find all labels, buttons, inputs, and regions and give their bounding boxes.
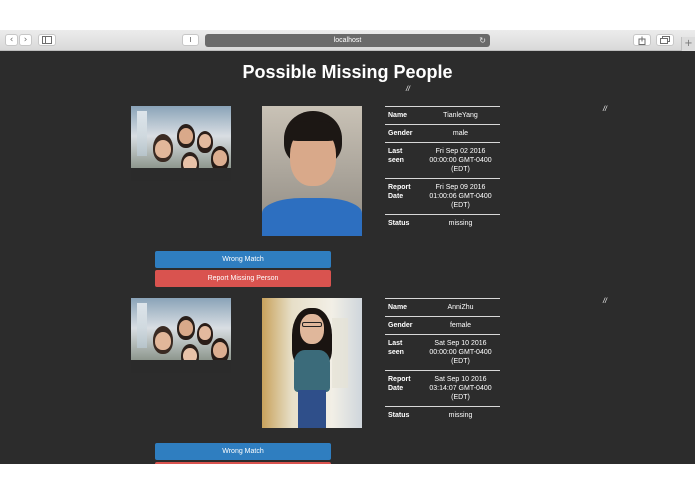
name-label: Name bbox=[385, 106, 421, 125]
reload-icon[interactable]: ↻ bbox=[479, 34, 486, 47]
report-missing-person-button[interactable]: Report Missing Person bbox=[155, 270, 331, 287]
info-row-status: Status missing bbox=[385, 406, 500, 424]
last-seen-label: Last seen bbox=[385, 334, 421, 371]
gender-label: Gender bbox=[385, 124, 421, 143]
report-date-value: Sat Sep 10 2016 03:14:07 GMT-0400 (EDT) bbox=[421, 370, 500, 407]
info-row-report-date: Report Date Fri Sep 09 2016 01:00:06 GMT-… bbox=[385, 178, 500, 215]
last-seen-value: Sat Sep 10 2016 00:00:00 GMT-0400 (EDT) bbox=[421, 334, 500, 371]
group-photo bbox=[131, 298, 231, 373]
sidebar-icon bbox=[42, 36, 52, 44]
missing-person-photo bbox=[262, 298, 362, 428]
info-row-name: Name TianleYang bbox=[385, 106, 500, 125]
info-icon: ı bbox=[189, 35, 192, 45]
last-seen-value: Fri Sep 02 2016 00:00:00 GMT-0400 (EDT) bbox=[421, 142, 500, 179]
gender-label: Gender bbox=[385, 316, 421, 335]
status-value: missing bbox=[421, 214, 500, 232]
address-bar[interactable]: localhost ↻ bbox=[205, 34, 490, 47]
info-row-last-seen: Last seen Fri Sep 02 2016 00:00:00 GMT-04… bbox=[385, 142, 500, 179]
report-date-label: Report Date bbox=[385, 370, 421, 407]
report-date-label: Report Date bbox=[385, 178, 421, 215]
address-text: localhost bbox=[333, 37, 362, 44]
last-seen-label: Last seen bbox=[385, 142, 421, 179]
info-button[interactable]: ı bbox=[182, 34, 199, 46]
window-bottom-area bbox=[0, 464, 695, 494]
stray-slashes: // bbox=[603, 298, 607, 305]
page-title: Possible Missing People bbox=[242, 62, 453, 82]
wrong-match-button[interactable]: Wrong Match bbox=[155, 443, 331, 460]
plus-icon: + bbox=[684, 38, 693, 49]
gender-value: male bbox=[421, 124, 500, 143]
info-row-status: Status missing bbox=[385, 214, 500, 232]
missing-person-photo bbox=[262, 106, 362, 236]
back-button[interactable]: ‹ bbox=[5, 34, 18, 46]
share-icon bbox=[638, 36, 646, 45]
window-top-area bbox=[0, 0, 695, 30]
person-info-table: Name TianleYang Gender male Last seen Fri S… bbox=[385, 106, 500, 232]
new-tab-button[interactable]: + bbox=[681, 37, 695, 51]
group-photo bbox=[131, 106, 231, 181]
forward-button[interactable]: › bbox=[19, 34, 32, 46]
wrong-match-button[interactable]: Wrong Match bbox=[155, 251, 331, 268]
info-row-name: Name AnniZhu bbox=[385, 298, 500, 317]
gender-value: female bbox=[421, 316, 500, 335]
status-label: Status bbox=[385, 214, 421, 232]
tabs-icon bbox=[660, 36, 670, 44]
chevron-left-icon: ‹ bbox=[9, 35, 14, 45]
name-value: TianleYang bbox=[421, 106, 500, 125]
stray-slashes: // bbox=[603, 106, 607, 113]
status-label: Status bbox=[385, 406, 421, 424]
info-row-gender: Gender male bbox=[385, 124, 500, 143]
person-info-table: Name AnniZhu Gender female Last seen Sat Se… bbox=[385, 298, 500, 424]
chevron-right-icon: › bbox=[23, 35, 28, 45]
name-value: AnniZhu bbox=[421, 298, 500, 317]
share-button[interactable] bbox=[633, 34, 651, 46]
tabs-button[interactable] bbox=[656, 34, 674, 46]
info-row-report-date: Report Date Sat Sep 10 2016 03:14:07 GMT-… bbox=[385, 370, 500, 407]
sidebar-button[interactable] bbox=[38, 34, 56, 46]
name-label: Name bbox=[385, 298, 421, 317]
report-date-value: Fri Sep 09 2016 01:00:06 GMT-0400 (EDT) bbox=[421, 178, 500, 215]
stray-slashes: // bbox=[406, 86, 410, 93]
status-value: missing bbox=[421, 406, 500, 424]
info-row-gender: Gender female bbox=[385, 316, 500, 335]
page-content: Possible Missing People // Name TianleYan… bbox=[0, 51, 695, 464]
info-row-last-seen: Last seen Sat Sep 10 2016 00:00:00 GMT-04… bbox=[385, 334, 500, 371]
